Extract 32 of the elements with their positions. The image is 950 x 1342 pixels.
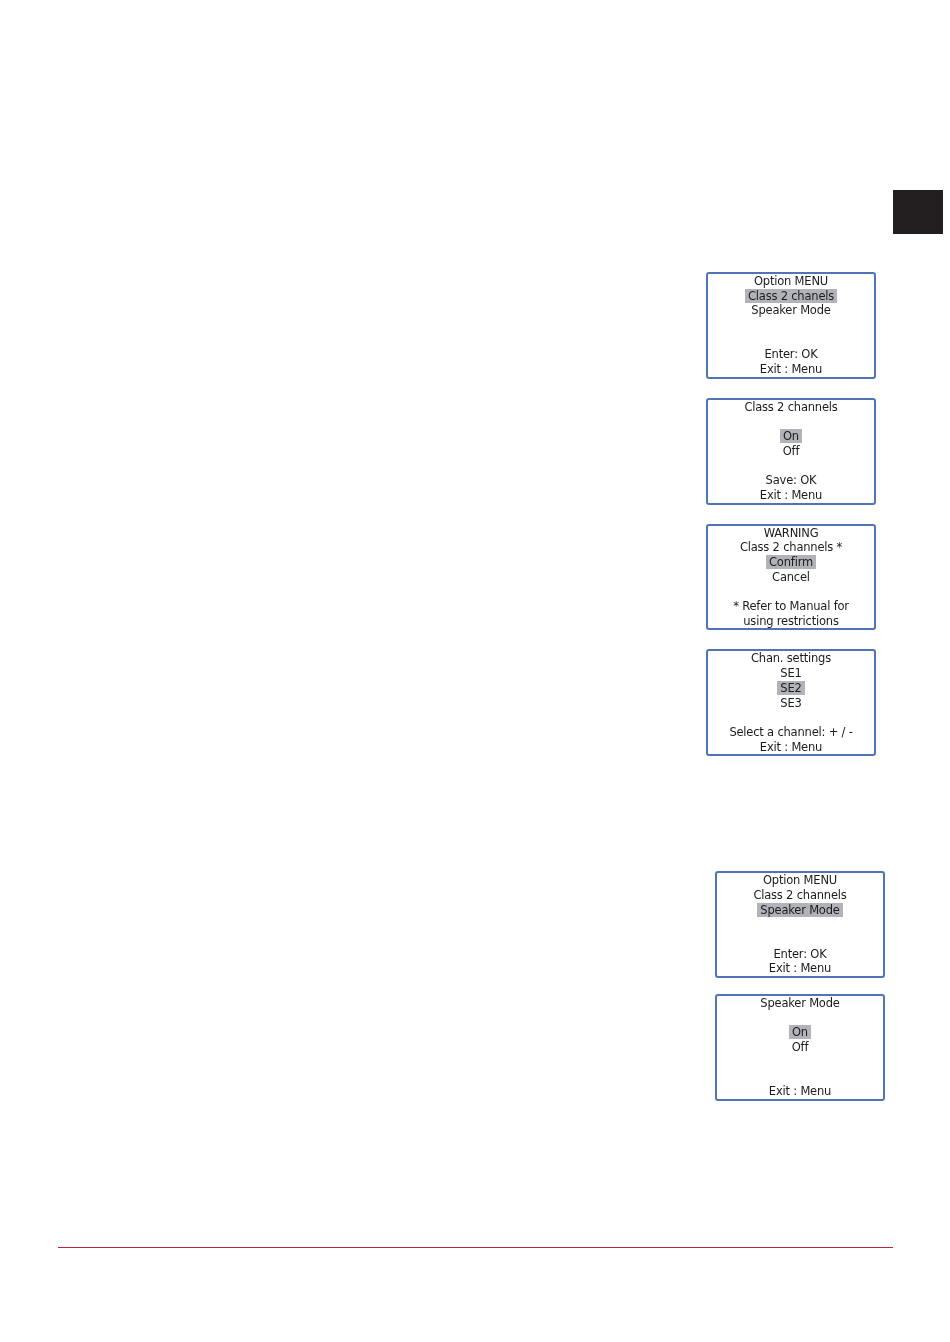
- menu-option: Off: [779, 443, 803, 458]
- screen-hint: Enter: OK: [764, 347, 818, 362]
- screen-title: WARNING: [763, 525, 819, 540]
- menu-option: Off: [788, 1040, 812, 1055]
- screen-hint: Exit : Menu: [759, 487, 823, 502]
- menu-option: SE3: [777, 695, 805, 710]
- menu-option: Speaker Mode: [757, 902, 843, 917]
- screen-hint: Save: OK: [765, 473, 817, 488]
- screen-title: Class 2 channels: [744, 399, 838, 414]
- screen-hint: Enter: OK: [773, 946, 827, 961]
- menu-option: Class 2 chanels: [744, 288, 838, 303]
- screen-hint: Exit : Menu: [768, 961, 832, 976]
- menu-option: SE2: [777, 680, 805, 695]
- menu-option: Class 2 channels: [750, 887, 850, 902]
- screen-title: Speaker Mode: [760, 996, 840, 1011]
- screen-title: Class 2 channels *: [739, 540, 843, 555]
- menu-option: SE1: [777, 666, 805, 681]
- screen-hint: * Refer to Manual for: [733, 599, 849, 614]
- screen-hint: Exit : Menu: [759, 739, 823, 754]
- screen-hint: Exit : Menu: [759, 362, 823, 377]
- screen-hint: Select a channel: + / -: [729, 724, 853, 739]
- menu-option: Speaker Mode: [748, 303, 834, 318]
- screen-title: Option MENU: [762, 873, 837, 888]
- menu-option: Confirm: [766, 555, 816, 569]
- screen-hint: using restrictions: [743, 613, 839, 628]
- screen-title: Chan. settings: [751, 651, 831, 666]
- screen-hint: Exit : Menu: [768, 1084, 832, 1099]
- thumb-index-block: [893, 190, 943, 234]
- menu-option: On: [780, 429, 802, 444]
- menu-option: Cancel: [769, 569, 813, 584]
- menu-option: On: [789, 1025, 811, 1040]
- screen-title: Option MENU: [753, 274, 828, 288]
